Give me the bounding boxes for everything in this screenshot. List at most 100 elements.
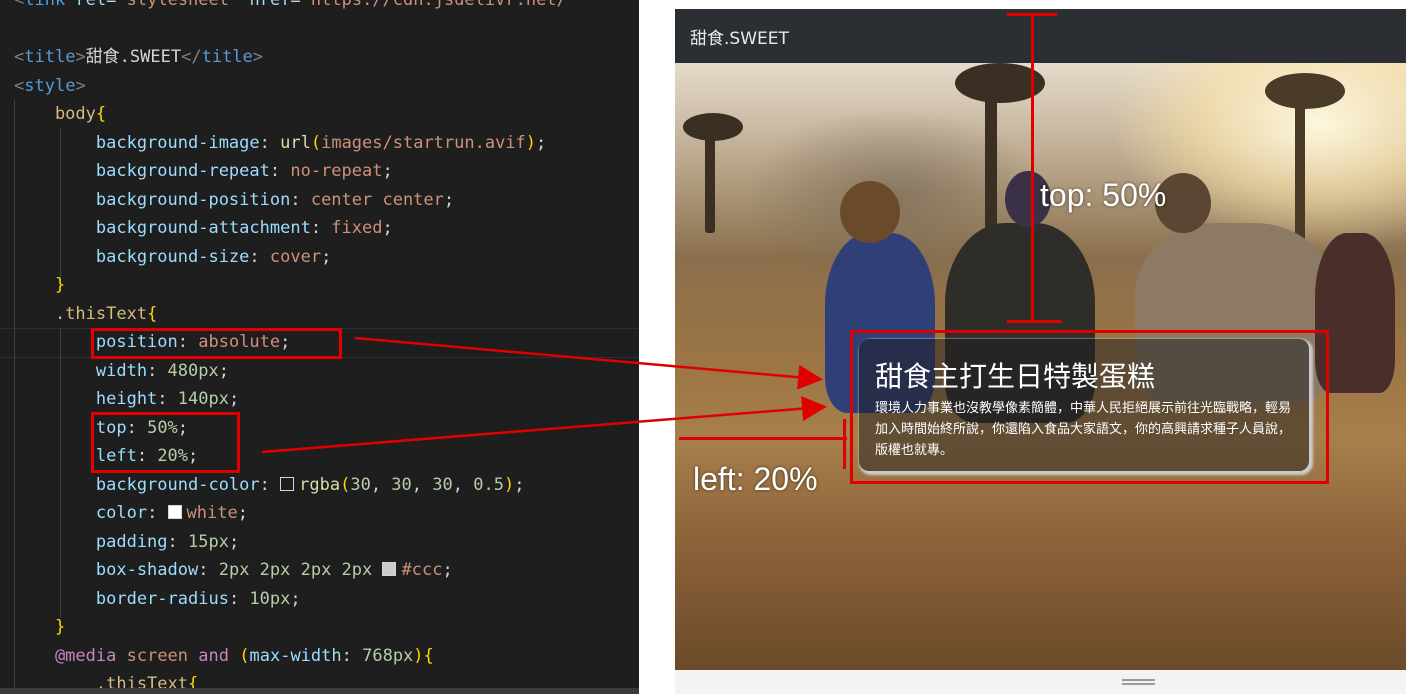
runner [840,181,900,243]
overlay-highlight-box [850,330,1329,484]
code-token: } [14,275,66,295]
code-token: { [423,645,434,666]
code-token: title [201,47,253,67]
code-line[interactable]: <link rel="stylesheet" href="https://cdn… [14,0,567,14]
code-token: : [341,645,363,666]
code-token: ) [525,132,537,153]
code-token: ; [228,389,240,409]
code-token: = [106,0,117,10]
code-token: background-color [14,474,260,495]
code-token: ; [218,360,229,381]
code-token: ) [413,645,424,666]
code-token: ; [321,246,332,267]
code-token: border-radius [14,588,229,609]
left-dimension-cap [843,419,846,469]
code-token: fixed [331,218,383,238]
navbar-brand[interactable]: 甜食.SWEET [690,24,789,49]
code-token: 10px [249,588,291,609]
code-token: ; [228,531,240,552]
code-token: : [310,218,332,238]
code-token: 2px 2px 2px 2px [218,560,383,580]
code-line[interactable]: body{ [14,100,106,128]
code-token: : [290,189,311,210]
code-token: </ [181,47,202,67]
code-token: background-size [14,246,250,267]
code-line[interactable]: } [14,613,65,641]
code-line[interactable]: background-attachment: fixed; [14,214,393,242]
code-token: ; [536,132,547,153]
position-highlight-box [91,328,342,359]
color-swatch-icon[interactable] [167,505,182,519]
code-line[interactable]: padding: 15px; [14,528,239,556]
code-token: : [228,588,250,609]
code-token: : [269,161,291,181]
code-line[interactable]: @media screen and (max-width: 768px){ [14,642,434,670]
code-token: images/startrun.avif [321,132,526,153]
code-token: box-shadow [14,560,199,580]
code-token: { [147,303,158,324]
code-token: 30 [432,474,453,495]
code-token: : [157,389,178,409]
code-token: white [186,503,238,523]
code-line[interactable]: box-shadow: 2px 2px 2px 2px #ccc; [14,556,453,584]
code-token: : [198,560,219,580]
code-line[interactable]: background-size: cover; [14,243,331,271]
code-token: url [280,132,311,153]
code-token: rgba [299,474,341,495]
code-token: screen [126,645,189,666]
code-line[interactable]: .thisText{ [14,300,157,328]
top-annotation-label: top: 50% [1040,177,1167,213]
code-token: padding [14,531,168,552]
code-token: > [75,47,86,67]
resize-grip-icon[interactable] [1122,679,1155,685]
code-token: 480px [167,360,219,381]
code-token: .thisText [14,303,148,324]
code-line[interactable]: height: 140px; [14,385,239,413]
top-dimension-cap [1007,320,1062,323]
code-token: height [14,389,158,409]
code-line[interactable]: <style> [14,72,86,100]
code-token: background-repeat [14,161,270,181]
code-token: = [290,0,301,10]
code-token: #ccc [401,560,443,580]
code-line[interactable]: background-color: rgba(30, 30, 30, 0.5); [14,471,525,499]
code-token: { [95,104,107,124]
color-swatch-icon[interactable] [280,476,295,491]
code-line[interactable]: background-repeat: no-repeat; [14,157,393,185]
code-token: body [14,104,96,124]
code-token: and [198,645,229,666]
code-token: , [452,474,474,495]
code-token: < [14,75,25,96]
code-token: , [370,474,392,495]
code-token: ( [310,132,322,153]
code-line[interactable]: <title>甜食.SWEET</title> [14,43,263,71]
code-token: max-width [249,645,342,666]
code-line[interactable]: color: white; [14,499,248,527]
code-line[interactable]: width: 480px; [14,357,229,385]
code-line[interactable]: } [14,271,65,299]
joshua-tree [1265,73,1345,109]
horizontal-scrollbar[interactable] [0,688,639,694]
code-token: "stylesheet" [116,0,240,10]
preview-bottom-bar [675,670,1406,694]
code-line[interactable]: border-radius: 10px; [14,585,301,613]
navbar: 甜食.SWEET [675,9,1406,63]
code-token: background-attachment [14,218,311,238]
code-token: ; [442,560,453,580]
color-swatch-icon[interactable] [382,562,397,576]
code-token: "https://cdn.jsdelivr.net/ [300,0,567,10]
code-token: style [24,75,76,96]
code-line[interactable]: background-position: center center; [14,186,454,214]
left-annotation-label: left: 20% [693,461,818,497]
top-dimension-line [1031,14,1034,322]
code-token: 0.5 [473,474,504,495]
code-token: : [147,360,168,381]
code-token: ( [340,474,351,495]
code-token: ; [382,161,393,181]
code-token: 30 [391,474,412,495]
code-token: center center [310,189,444,210]
code-line[interactable]: background-image: url(images/startrun.av… [14,129,546,157]
